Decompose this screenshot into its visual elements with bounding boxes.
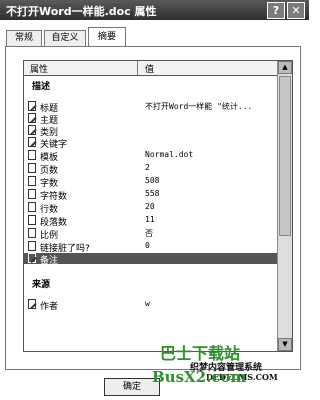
list-item[interactable]: 标题 不打开Word一样能 "统计... — [24, 101, 277, 114]
property-value: 11 — [145, 215, 155, 224]
column-divider[interactable] — [137, 61, 138, 75]
help-button[interactable]: ? — [267, 2, 285, 19]
column-header-value[interactable]: 值 — [145, 62, 154, 75]
property-name: 行数 — [40, 205, 59, 215]
property-name: 比例 — [40, 231, 59, 241]
property-value: 558 — [145, 189, 160, 198]
pencil-doc-icon — [28, 125, 36, 135]
list-item[interactable]: 字数 508 — [24, 176, 277, 189]
watermark: 巴士下载站 织梦内容管理系统 DEDECMS.COM BusX2.com — [150, 340, 309, 400]
group-header-description: 描述 — [24, 79, 277, 92]
doc-icon — [28, 202, 36, 212]
property-name: 关键字 — [40, 140, 68, 150]
property-value: 508 — [145, 176, 160, 185]
title-bar: 不打开Word一样能.doc 属性 ? ✕ — [0, 0, 309, 20]
doc-icon — [28, 189, 36, 199]
tab-custom[interactable]: 自定义 — [44, 30, 86, 46]
vertical-scrollbar[interactable]: ▲ ▼ — [277, 61, 292, 351]
group-header-origin: 来源 — [24, 277, 277, 290]
scroll-up-button[interactable]: ▲ — [278, 61, 292, 74]
tab-summary-label: 摘要 — [97, 32, 116, 42]
property-value: 0 — [145, 241, 150, 250]
property-name: 字数 — [40, 179, 59, 189]
close-button[interactable]: ✕ — [287, 2, 305, 19]
list-item[interactable]: 类别 — [24, 125, 277, 138]
property-value: 20 — [145, 202, 155, 211]
property-name: 作者 — [40, 302, 59, 312]
tab-summary[interactable]: 摘要 — [88, 27, 126, 47]
list-item[interactable]: 字符数 558 — [24, 189, 277, 202]
list-header: 属性 值 — [24, 61, 277, 76]
doc-icon — [28, 163, 36, 173]
help-icon: ? — [272, 4, 280, 17]
pencil-doc-icon — [28, 137, 36, 147]
doc-icon — [28, 176, 36, 186]
pencil-doc-icon — [28, 101, 36, 111]
pencil-doc-icon — [28, 253, 36, 263]
group-label: 描述 — [32, 82, 51, 92]
chevron-up-icon: ▲ — [282, 63, 288, 71]
list-item-selected[interactable]: 备注 — [24, 253, 277, 266]
property-value: w — [145, 299, 150, 308]
window-title: 不打开Word一样能.doc 属性 — [6, 5, 157, 18]
tab-custom-label: 自定义 — [51, 33, 79, 43]
list-item[interactable]: 段落数 11 — [24, 215, 277, 228]
group-label: 来源 — [32, 280, 51, 290]
property-name: 页数 — [40, 166, 59, 176]
pencil-doc-icon — [28, 299, 36, 309]
doc-icon — [28, 241, 36, 251]
property-list[interactable]: 属性 值 描述 标题 不打开Word一样能 "统计... 主题 类别 关键字 模… — [23, 60, 293, 352]
property-value: 2 — [145, 163, 150, 172]
list-item[interactable]: 比例 否 — [24, 228, 277, 241]
property-name: 模板 — [40, 153, 59, 163]
doc-icon — [28, 228, 36, 238]
list-item[interactable]: 行数 20 — [24, 202, 277, 215]
list-item[interactable]: 关键字 — [24, 137, 277, 150]
watermark-line4: BusX2.com — [152, 368, 247, 386]
list-item[interactable]: 链接脏了吗? 0 — [24, 241, 277, 254]
ok-button-label: 确定 — [122, 382, 141, 392]
property-name: 备注 — [40, 256, 59, 266]
property-value: 不打开Word一样能 "统计... — [145, 102, 253, 111]
column-header-property[interactable]: 属性 — [30, 62, 48, 75]
list-item[interactable]: 主题 — [24, 113, 277, 126]
tab-general[interactable]: 常规 — [6, 30, 42, 46]
pencil-doc-icon — [28, 113, 36, 123]
list-item[interactable]: 作者 w — [24, 299, 277, 312]
doc-icon — [28, 150, 36, 160]
property-name: 字符数 — [40, 192, 68, 202]
close-icon: ✕ — [291, 4, 301, 17]
list-item[interactable]: 模板 Normal.dot — [24, 150, 277, 163]
tab-general-label: 常规 — [14, 33, 33, 43]
list-item[interactable]: 页数 2 — [24, 163, 277, 176]
doc-icon — [28, 215, 36, 225]
scroll-thumb[interactable] — [279, 76, 291, 236]
property-name: 段落数 — [40, 218, 68, 228]
property-value: 否 — [145, 229, 153, 238]
property-value: Normal.dot — [145, 150, 194, 159]
